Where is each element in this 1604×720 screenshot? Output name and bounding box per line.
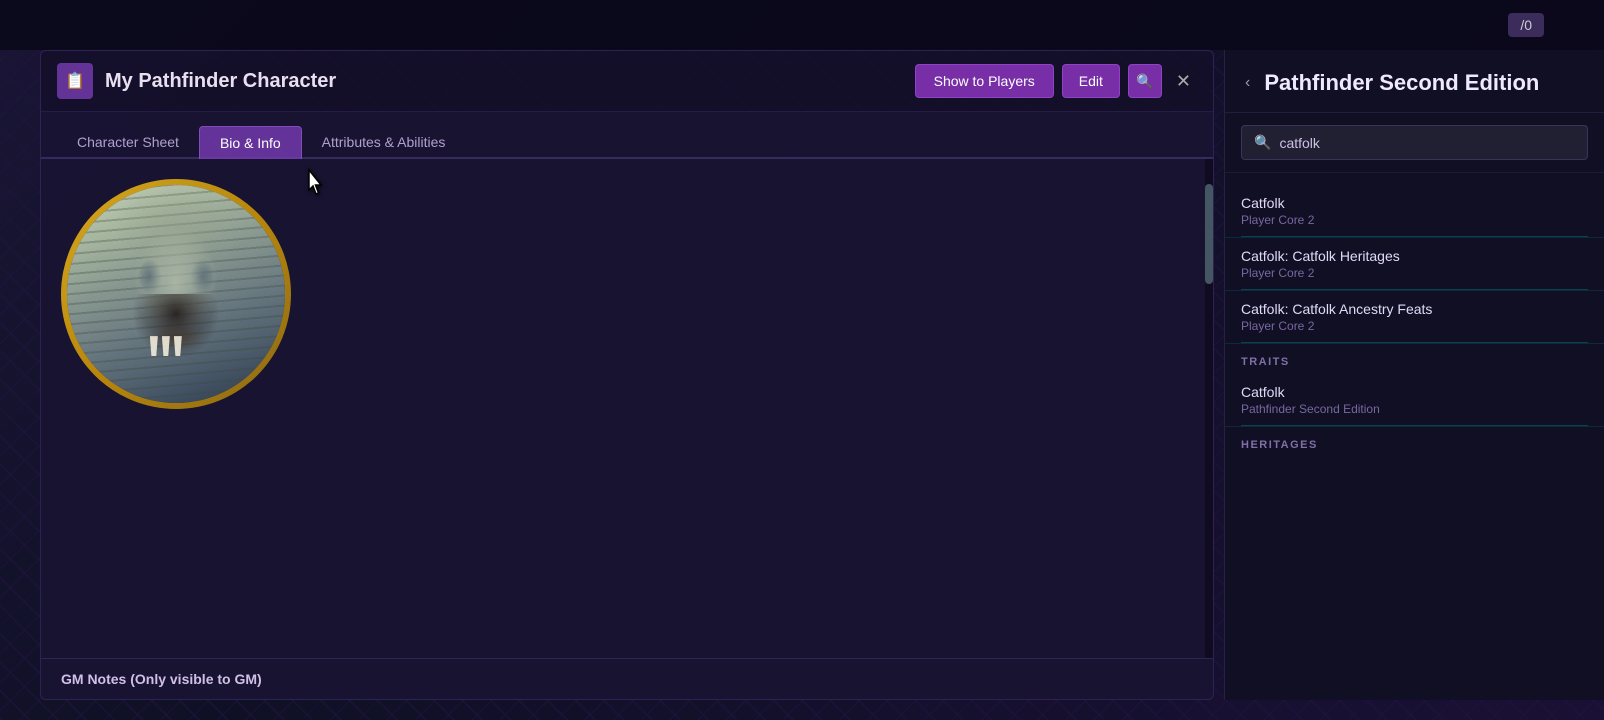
sheet-content [41,159,1213,658]
tooth-2 [162,336,170,356]
tab-character-sheet[interactable]: Character Sheet [57,126,199,159]
top-bar: /0 [0,0,1604,50]
tooth-1 [150,336,158,356]
portrait-ring [61,179,291,409]
heritages-section-header: HERITAGES [1225,427,1604,457]
sidebar-title: Pathfinder Second Edition [1264,70,1539,96]
tab-attributes[interactable]: Attributes & Abilities [302,126,466,159]
sidebar-search: 🔍 catfolk [1225,113,1604,173]
cat-mouth [132,294,219,359]
result-name: Catfolk [1241,195,1588,211]
result-name: Catfolk: Catfolk Heritages [1241,248,1588,264]
sheet-footer: GM Notes (Only visible to GM) [41,658,1213,699]
result-source: Player Core 2 [1241,319,1588,333]
result-catfolk-ancestry-feats[interactable]: Catfolk: Catfolk Ancestry Feats Player C… [1225,291,1604,344]
sidebar-panel: ‹ Pathfinder Second Edition 🔍 catfolk Ca… [1224,50,1604,700]
sheet-scrollbar-thumb [1205,184,1213,284]
result-name: Catfolk: Catfolk Ancestry Feats [1241,301,1588,317]
main-layout: 📋 My Pathfinder Character Show to Player… [40,50,1604,700]
result-catfolk[interactable]: Catfolk Player Core 2 [1225,185,1604,238]
sheet-title: My Pathfinder Character [105,70,903,93]
portrait-container [61,179,291,409]
portrait-inner [67,185,285,403]
sheet-header: 📋 My Pathfinder Character Show to Player… [41,51,1213,112]
sidebar-content: Catfolk Player Core 2 Catfolk: Catfolk H… [1225,173,1604,700]
result-source: Pathfinder Second Edition [1241,402,1588,416]
result-catfolk-heritages[interactable]: Catfolk: Catfolk Heritages Player Core 2 [1225,238,1604,291]
gm-notes-label: GM Notes (Only visible to GM) [61,671,1193,687]
tab-bio-info[interactable]: Bio & Info [199,126,302,159]
close-button[interactable]: ✕ [1170,71,1197,92]
show-to-players-button[interactable]: Show to Players [915,64,1054,98]
search-input[interactable]: catfolk [1279,135,1319,151]
result-catfolk-trait[interactable]: Catfolk Pathfinder Second Edition [1225,374,1604,427]
result-source: Player Core 2 [1241,213,1588,227]
sidebar-back-button[interactable]: ‹ [1241,74,1254,92]
header-actions: Show to Players Edit 🔍 ✕ [915,64,1197,98]
cat-teeth [150,336,182,356]
traits-section-header: TRAITS [1225,344,1604,374]
character-portrait [67,185,285,403]
search-icon: 🔍 [1254,134,1271,151]
sheet-icon: 📋 [57,63,93,99]
search-box[interactable]: 🔍 catfolk [1241,125,1588,160]
search-button[interactable]: 🔍 [1128,64,1162,98]
sidebar-header: ‹ Pathfinder Second Edition [1225,50,1604,113]
sheet-panel: 📋 My Pathfinder Character Show to Player… [40,50,1214,700]
sheet-scrollbar[interactable] [1205,159,1213,658]
result-source: Player Core 2 [1241,266,1588,280]
result-name: Catfolk [1241,384,1588,400]
tooth-3 [174,336,182,356]
tabs-bar: Character Sheet Bio & Info Attributes & … [41,112,1213,159]
edit-button[interactable]: Edit [1062,64,1120,98]
search-icon: 🔍 [1136,73,1153,90]
top-bar-counter: /0 [1508,13,1544,37]
